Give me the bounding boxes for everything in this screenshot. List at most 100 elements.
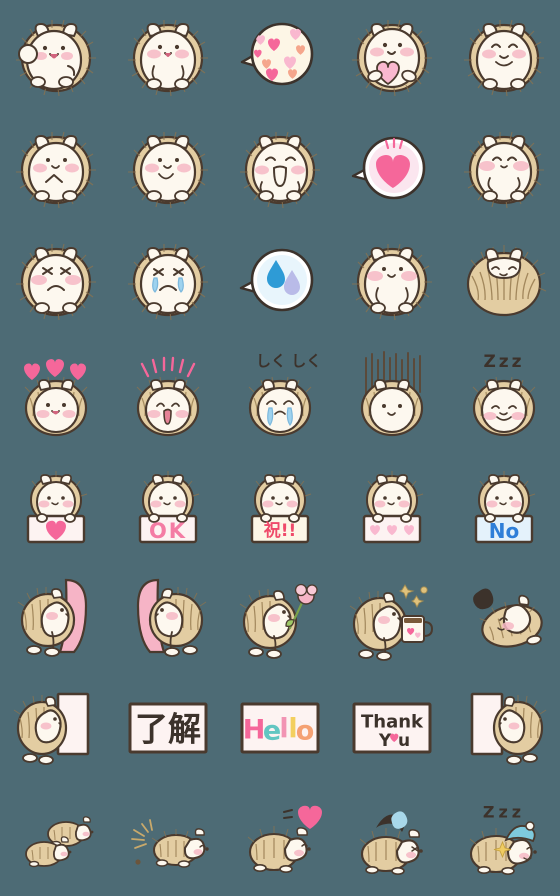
hedgehog-content-eyes-closed-icon bbox=[464, 19, 544, 97]
sticker-cell-hedgehog-gloomy[interactable] bbox=[336, 336, 448, 448]
hedgehog-holding-board-right-icon bbox=[470, 692, 547, 765]
sticker-cell-hedgehog-sign-heart[interactable] bbox=[0, 448, 112, 560]
sticker-cell-hedgehog-blank-face[interactable] bbox=[336, 224, 448, 336]
hedgehog-sobbing-icon: しく しく bbox=[248, 352, 321, 437]
sticker-cell-hedgehog-with-flower[interactable] bbox=[224, 560, 336, 672]
sticker-cell-hedgehog-curled-hiding[interactable] bbox=[448, 224, 560, 336]
zzz-text: Zzz bbox=[483, 803, 525, 822]
hedgehog-crying-icon bbox=[128, 243, 208, 321]
hedgehog-peeking-right-icon bbox=[136, 578, 207, 657]
zzz-text: Zzz bbox=[483, 352, 524, 372]
svg-text:l: l bbox=[279, 714, 288, 745]
sticker-cell-hedgehog-holding-board-right[interactable] bbox=[448, 672, 560, 784]
steam-sparkles bbox=[398, 584, 428, 609]
iwai-sign-text: 祝!! bbox=[264, 521, 297, 541]
dirt-spray bbox=[131, 819, 153, 849]
hedgehog-digging-icon bbox=[131, 819, 209, 868]
hedgehog-splashing-icon bbox=[359, 811, 423, 876]
sticker-cell-hedgehog-in-love[interactable] bbox=[0, 336, 112, 448]
hedgehog-lying-down-icon bbox=[473, 588, 543, 648]
sticker-cell-bubble-water-drops[interactable] bbox=[224, 224, 336, 336]
hedgehog-smiling-icon bbox=[128, 19, 208, 97]
sticker-cell-hedgehog-sign-iwai[interactable]: 祝!! bbox=[224, 448, 336, 560]
hedgehog-with-flower-icon bbox=[239, 583, 318, 659]
hedgehog-peeking-left-icon bbox=[17, 578, 88, 657]
hedgehog-relieved-icon bbox=[464, 131, 544, 209]
hedgehog-sleepy-zzz-icon: Zzz bbox=[472, 352, 536, 437]
sticker-cell-hedgehogs-pair-walking[interactable] bbox=[0, 784, 112, 896]
sticker-cell-hedgehog-crying[interactable] bbox=[112, 224, 224, 336]
hello-letters: H e l l o bbox=[243, 714, 315, 747]
hedgehog-with-coffee-icon bbox=[349, 584, 434, 661]
hedgehog-blank-face-icon bbox=[352, 243, 432, 321]
you-left-letter: Y bbox=[378, 731, 392, 751]
sticker-cell-hedgehog-unamused[interactable] bbox=[0, 112, 112, 224]
splash-drops bbox=[376, 811, 408, 832]
sticker-cell-hedgehog-holding-heart[interactable] bbox=[336, 0, 448, 112]
sticker-cell-hedgehog-angry[interactable] bbox=[0, 224, 112, 336]
hedgehog-sign-heart-icon bbox=[26, 471, 88, 544]
bubble-heart-pattern-icon bbox=[240, 22, 314, 86]
emoji-sticker-sheet: しく しく Zzz OK 祝!! No 了解 H e l l o Thank Y… bbox=[0, 0, 560, 896]
bubble-big-heart-icon bbox=[351, 136, 426, 200]
sticker-cell-hedgehog-shouting[interactable] bbox=[224, 112, 336, 224]
hedgehog-running-heart-icon bbox=[247, 805, 322, 874]
sign-ryoukai-icon: 了解 bbox=[128, 702, 208, 754]
sticker-cell-hedgehog-neutral[interactable] bbox=[112, 112, 224, 224]
sticker-cell-hedgehog-digging[interactable] bbox=[112, 784, 224, 896]
sticker-cell-hedgehog-with-coffee[interactable] bbox=[336, 560, 448, 672]
hedgehog-unamused-icon bbox=[16, 131, 96, 209]
hedgehog-back bbox=[47, 816, 94, 848]
hedgehog-neutral-icon bbox=[128, 131, 208, 209]
heart bbox=[298, 805, 322, 829]
hedgehog-curled-hiding-icon bbox=[466, 245, 547, 317]
sticker-cell-hedgehog-sign-hearts[interactable] bbox=[336, 448, 448, 560]
sticker-cell-hedgehog-sobbing[interactable]: しく しく bbox=[224, 336, 336, 448]
hedgehog-waving-happy-icon bbox=[16, 19, 96, 97]
hedgehog-angry-icon bbox=[16, 243, 96, 321]
sign-hello-icon: H e l l o Hello bbox=[240, 702, 320, 754]
sticker-cell-hedgehog-smiling[interactable] bbox=[112, 0, 224, 112]
sticker-cell-hedgehog-content-eyes-closed[interactable] bbox=[448, 0, 560, 112]
hedgehog-in-love-icon bbox=[24, 359, 88, 437]
hedgehog-sleeping-nightcap-icon: Zzz bbox=[469, 803, 537, 876]
no-sign-text: No bbox=[489, 519, 519, 543]
hedgehogs-pair-walking-icon bbox=[25, 816, 94, 868]
dirt-clod bbox=[135, 859, 141, 865]
sticker-cell-hedgehog-sign-no[interactable]: No bbox=[448, 448, 560, 560]
mug bbox=[401, 615, 434, 643]
ok-sign-text: OK bbox=[149, 519, 187, 543]
sticker-cell-sign-ryoukai[interactable]: 了解 bbox=[112, 672, 224, 784]
hedgehog-gloomy-icon bbox=[360, 351, 424, 437]
you-right-letter: u bbox=[398, 731, 410, 751]
sticker-cell-hedgehog-waving-happy[interactable] bbox=[0, 0, 112, 112]
sign-thank-you-icon: Thank Y u bbox=[352, 702, 432, 754]
sticker-cell-hedgehog-peeking-right[interactable] bbox=[112, 560, 224, 672]
svg-text:o: o bbox=[296, 716, 315, 747]
sticker-cell-hedgehog-sleepy-zzz[interactable]: Zzz bbox=[448, 336, 560, 448]
sticker-cell-hedgehog-sign-ok[interactable]: OK bbox=[112, 448, 224, 560]
hedgehog-sign-iwai-icon: 祝!! bbox=[250, 471, 312, 544]
sob-text: しく しく bbox=[256, 352, 321, 370]
sticker-cell-bubble-big-heart[interactable] bbox=[336, 112, 448, 224]
hedgehog-front bbox=[25, 836, 72, 868]
sticker-cell-hedgehog-relieved[interactable] bbox=[448, 112, 560, 224]
bubble-water-drops-icon bbox=[239, 248, 314, 312]
sticker-cell-sign-hello[interactable]: H e l l o Hello bbox=[224, 672, 336, 784]
excitement-lines bbox=[140, 356, 196, 378]
sticker-cell-hedgehog-peeking-left[interactable] bbox=[0, 560, 112, 672]
hedgehog-sign-hearts-icon bbox=[362, 471, 424, 544]
hedgehog-sign-no-icon: No bbox=[474, 471, 536, 544]
sticker-cell-bubble-heart-pattern[interactable] bbox=[224, 0, 336, 112]
sticker-cell-hedgehog-lying-down[interactable] bbox=[448, 560, 560, 672]
dark-blob bbox=[473, 588, 494, 610]
sticker-cell-hedgehog-excited[interactable] bbox=[112, 336, 224, 448]
thank-text: Thank bbox=[361, 712, 424, 733]
sticker-cell-hedgehog-holding-board-left[interactable] bbox=[0, 672, 112, 784]
ryoukai-text: 了解 bbox=[135, 710, 201, 749]
sticker-cell-hedgehog-running-heart[interactable] bbox=[224, 784, 336, 896]
sticker-cell-hedgehog-splashing[interactable] bbox=[336, 784, 448, 896]
sticker-cell-hedgehog-sleeping-nightcap[interactable]: Zzz bbox=[448, 784, 560, 896]
hedgehog-holding-board-left-icon bbox=[13, 692, 90, 765]
sticker-cell-sign-thank-you[interactable]: Thank Y u bbox=[336, 672, 448, 784]
